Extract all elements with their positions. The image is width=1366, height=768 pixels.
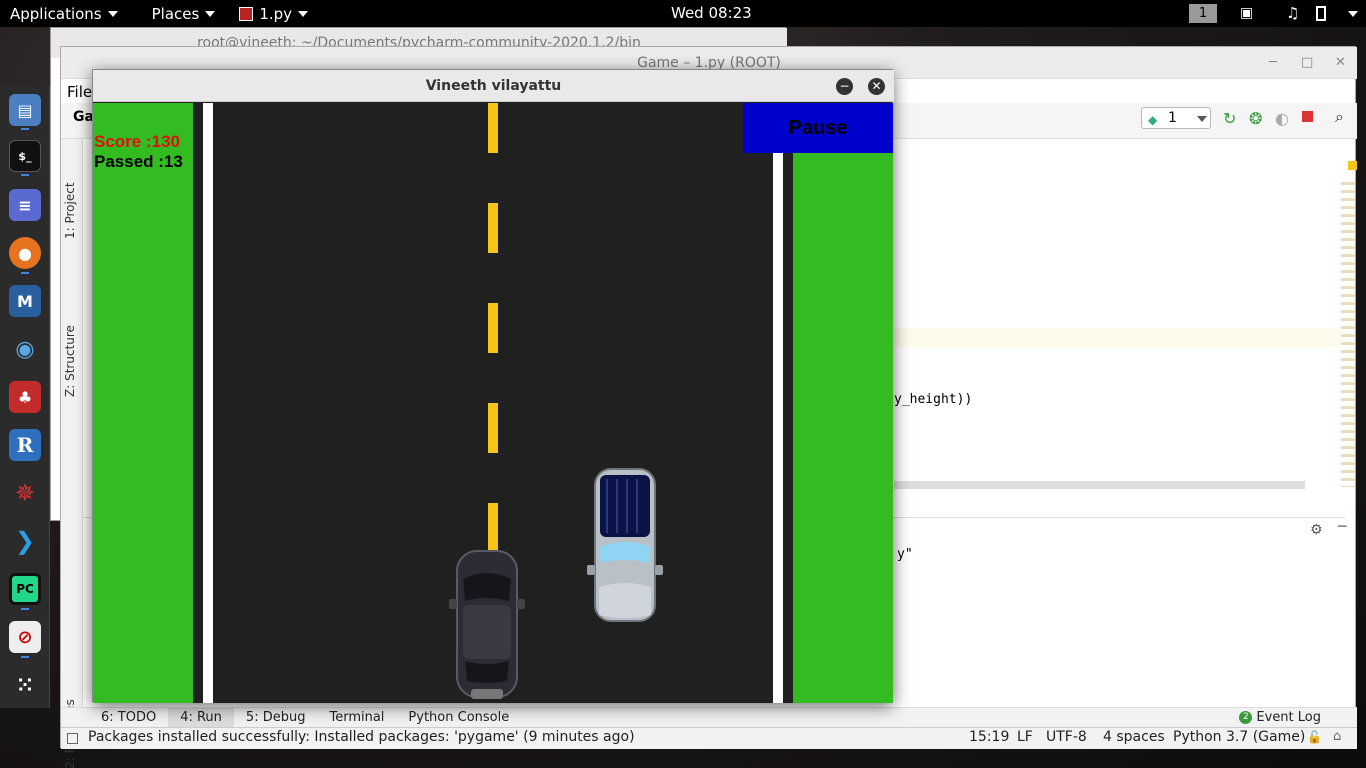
cherry-icon[interactable]: ♣ (9, 381, 41, 413)
app-grid-icon[interactable]: ⁙ (9, 669, 41, 701)
coverage-icon[interactable]: ◐ (1275, 109, 1289, 128)
debug-icon[interactable]: ❂ (1249, 109, 1262, 128)
game-window[interactable]: Vineeth vilayattu − ✕ Score :130 Passed … (92, 69, 894, 703)
eye-icon[interactable]: ◉ (9, 333, 41, 365)
pycharm-icon[interactable]: PC (9, 573, 41, 605)
dock: ▤ $_ ≡ ● M ◉ ♣ R ✵ ❯ PC ⊘ ⁙ (0, 86, 50, 708)
event-count-badge: 2 (1239, 711, 1253, 724)
tab-structure[interactable]: Z: Structure (63, 325, 77, 397)
applications-label: Applications (10, 4, 102, 23)
metasploit-icon[interactable]: M (9, 285, 41, 317)
applications-menu[interactable]: Applications (0, 0, 128, 27)
running-indicator (21, 272, 29, 274)
lane-dash (488, 303, 498, 353)
navigation-breadcrumb[interactable]: Ga (73, 109, 94, 125)
python-interpreter[interactable]: Python 3.7 (Game) (1173, 729, 1305, 745)
active-app-label: 1.py (259, 4, 293, 23)
close-icon[interactable]: ✕ (1335, 55, 1346, 70)
tool-window-tabs: 6: TODO 4: Run 5: Debug Terminal Python … (61, 707, 1357, 728)
game-canvas[interactable]: Score :130 Passed :13 Pause (93, 103, 893, 703)
tab-debug[interactable]: 5: Debug (234, 708, 318, 728)
terminal-icon[interactable]: $_ (9, 140, 41, 172)
warning-marker-icon[interactable] (1348, 161, 1357, 170)
tab-todo[interactable]: 6: TODO (89, 708, 168, 728)
editor-scrollbar[interactable] (1341, 177, 1355, 487)
maltego-icon[interactable]: ✵ (9, 477, 41, 509)
score-label: Score :130 (94, 132, 180, 151)
places-menu[interactable]: Places (142, 0, 226, 27)
text-editor-icon[interactable]: ≡ (9, 189, 41, 221)
toggle-panels-icon[interactable] (67, 733, 78, 744)
search-icon[interactable]: ⌕ (1335, 107, 1344, 127)
stop-icon[interactable] (1302, 111, 1313, 122)
running-indicator (21, 656, 29, 658)
gear-icon[interactable]: ⚙ (1310, 522, 1323, 538)
system-menu-caret[interactable] (1348, 11, 1358, 17)
code-line: y_height)) (894, 392, 973, 407)
right-grass (793, 103, 893, 703)
active-app-menu[interactable]: 1.py (229, 0, 318, 27)
tab-terminal[interactable]: Terminal (317, 708, 396, 728)
left-grass (93, 103, 193, 703)
lane-dash (488, 103, 498, 153)
running-indicator (21, 174, 29, 176)
tab-event-log[interactable]: Event Log (1256, 708, 1333, 728)
r-icon[interactable]: R (9, 429, 41, 461)
status-message[interactable]: Packages installed successfully: Install… (88, 729, 635, 745)
running-indicator (21, 608, 29, 610)
tab-project[interactable]: 1: Project (63, 182, 77, 239)
cursor-position[interactable]: 15:19 (969, 729, 1009, 745)
volume-icon[interactable]: ♫ (1286, 4, 1299, 22)
rerun-icon[interactable]: ↻ (1223, 109, 1236, 128)
chevron-down-icon (107, 10, 118, 17)
chevron-down-icon (1348, 11, 1358, 17)
app-icon (239, 6, 254, 21)
current-line-highlight (894, 328, 1344, 347)
chevron-down-icon (298, 10, 309, 17)
line-ending[interactable]: LF (1017, 729, 1033, 745)
chevron-down-icon (205, 10, 216, 17)
minimize-icon[interactable]: − (836, 78, 853, 95)
run-config-label: 1 (1168, 110, 1177, 126)
tab-run[interactable]: 4: Run (168, 707, 234, 728)
lane-dash (488, 203, 498, 253)
hide-panel-icon[interactable]: ─ (1338, 519, 1346, 535)
player-car (449, 550, 525, 699)
tab-python-console[interactable]: Python Console (396, 708, 521, 728)
pause-button[interactable]: Pause (743, 103, 893, 153)
file-encoding[interactable]: UTF-8 (1046, 729, 1087, 745)
places-label: Places (151, 4, 200, 23)
vscode-icon[interactable]: ❯ (9, 525, 41, 557)
enemy-car (587, 468, 663, 622)
game-title: Vineeth vilayattu (93, 70, 894, 102)
right-road-edge (773, 103, 783, 703)
workspace-indicator[interactable]: 1 (1189, 4, 1217, 23)
status-bar: Packages installed successfully: Install… (61, 727, 1357, 749)
lock-icon[interactable]: 🔓 (1307, 730, 1322, 744)
top-panel: Applications Places 1.py Wed 08:23 1 ▣ ♫ (0, 0, 1366, 27)
files-icon[interactable]: ▤ (9, 94, 41, 126)
lane-dash (488, 403, 498, 453)
clock[interactable]: Wed 08:23 (671, 0, 752, 27)
passed-label: Passed :13 (94, 152, 183, 171)
maximize-icon[interactable]: □ (1301, 55, 1313, 70)
menu-file[interactable]: File (67, 83, 92, 101)
python-icon: ◆ (1148, 113, 1158, 127)
horizontal-scrollbar[interactable] (894, 481, 1305, 489)
running-indicator (21, 128, 29, 130)
close-icon[interactable]: ✕ (868, 78, 885, 95)
blocked-icon[interactable]: ⊘ (9, 621, 41, 653)
side-tool-strip: 1: Project Z: Structure 2: Favorites (61, 139, 83, 768)
run-config-select[interactable]: ◆ 1 (1141, 107, 1211, 129)
indent-setting[interactable]: 4 spaces (1103, 729, 1165, 745)
firefox-icon[interactable]: ● (9, 237, 41, 269)
lane-dash (488, 503, 498, 553)
left-road-edge (203, 103, 213, 703)
inspector-icon[interactable]: ⌂ (1333, 729, 1341, 744)
minimize-icon[interactable]: ─ (1269, 55, 1277, 70)
run-output: y" (897, 547, 913, 562)
battery-icon[interactable] (1316, 6, 1326, 21)
chevron-down-icon (1197, 116, 1207, 122)
video-icon[interactable]: ▣ (1240, 5, 1253, 21)
